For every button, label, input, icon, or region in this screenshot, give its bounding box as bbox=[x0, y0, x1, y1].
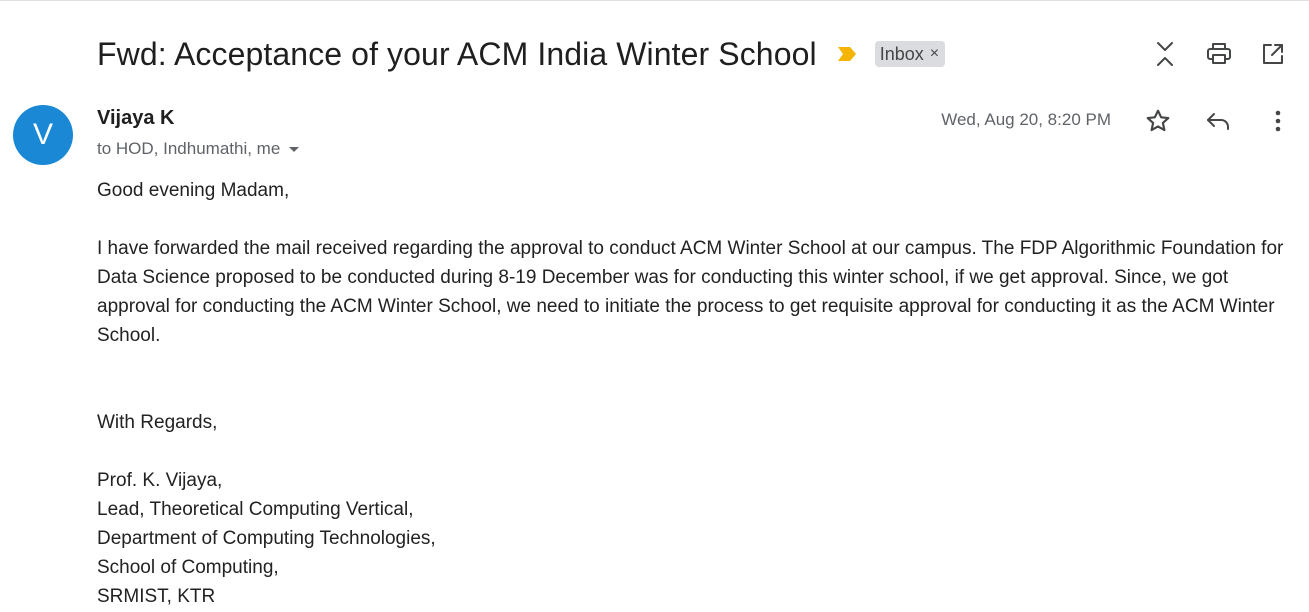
recipients-line[interactable]: to HOD, Indhumathi, me bbox=[97, 139, 300, 159]
label-chip-inbox[interactable]: Inbox × bbox=[874, 41, 946, 67]
open-in-new-window-icon[interactable] bbox=[1257, 38, 1289, 70]
closing: With Regards, bbox=[97, 412, 218, 433]
signature-line: Prof. K. Vijaya, bbox=[97, 470, 223, 491]
signature-line: School of Computing, bbox=[97, 557, 279, 578]
email-subject: Fwd: Acceptance of your ACM India Winter… bbox=[97, 35, 817, 72]
reply-icon[interactable] bbox=[1201, 105, 1235, 137]
signature-line: SRMIST, KTR bbox=[97, 586, 216, 607]
signature-line: Lead, Theoretical Computing Vertical, bbox=[97, 499, 414, 520]
remove-label-icon[interactable]: × bbox=[930, 45, 939, 63]
more-vert-icon[interactable] bbox=[1261, 105, 1295, 137]
message-paragraph: I have forwarded the mail received regar… bbox=[97, 238, 1284, 346]
signature-line: Department of Computing Technologies, bbox=[97, 528, 436, 549]
message-actions bbox=[1115, 105, 1295, 137]
greeting: Good evening Madam, bbox=[97, 180, 290, 201]
caret-down-icon[interactable] bbox=[288, 139, 300, 159]
print-icon[interactable] bbox=[1203, 38, 1235, 70]
importance-marker-icon[interactable] bbox=[837, 46, 857, 62]
message-date: Wed, Aug 20, 8:20 PM bbox=[941, 110, 1111, 129]
thread-toolbar bbox=[1127, 38, 1289, 70]
message-body: Good evening Madam, I have forwarded the… bbox=[97, 176, 1297, 611]
star-icon[interactable] bbox=[1141, 105, 1175, 137]
sender-name[interactable]: Vijaya K bbox=[97, 107, 174, 130]
top-divider bbox=[0, 0, 1309, 1]
label-chip-text: Inbox bbox=[879, 43, 924, 64]
recipients-text: to HOD, Indhumathi, me bbox=[97, 139, 281, 158]
subject-row: Fwd: Acceptance of your ACM India Winter… bbox=[97, 32, 946, 76]
sender-avatar[interactable]: V bbox=[13, 105, 73, 165]
collapse-all-icon[interactable] bbox=[1149, 38, 1181, 70]
